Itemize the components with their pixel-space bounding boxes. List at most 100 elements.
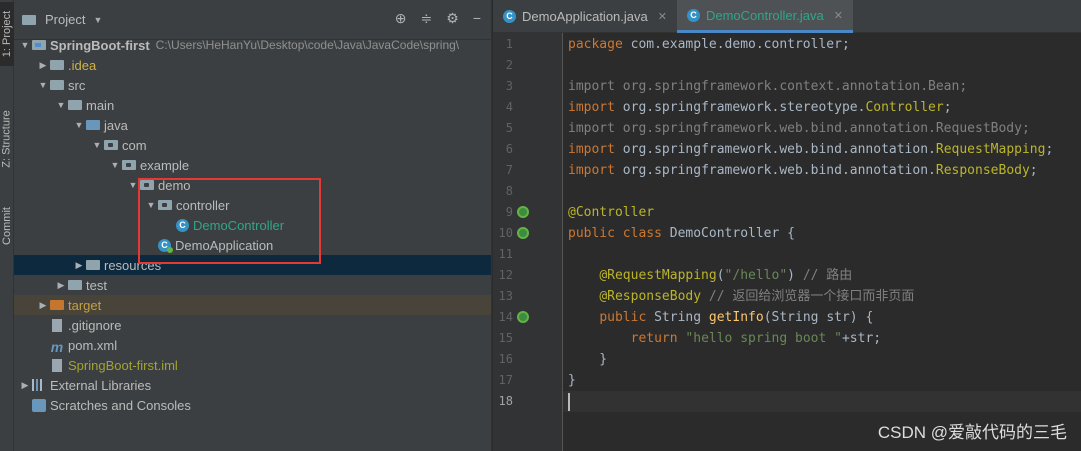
tree-item[interactable]: ▼ com <box>14 135 491 155</box>
code-token: org.springframework.web.bind.annotation. <box>622 163 936 178</box>
package-icon <box>122 160 136 170</box>
code-token: ; <box>1045 142 1054 157</box>
chevron-right-icon[interactable]: ▶ <box>36 300 50 311</box>
line-number: 3 <box>505 79 513 93</box>
editor-tab[interactable]: C DemoController.java ✕ <box>676 0 853 33</box>
tree-item[interactable]: ▶mpom.xml <box>14 335 491 356</box>
code-token: RequestMapping <box>935 142 1046 157</box>
spring-bean-gutter-icon[interactable] <box>517 311 529 323</box>
code-line: public String getInfo(String str) { <box>568 307 873 328</box>
chevron-down-icon[interactable]: ▼ <box>72 120 86 130</box>
line-number: 11 <box>498 247 513 261</box>
line-number: 4 <box>505 100 513 114</box>
code-token: +str; <box>841 331 882 346</box>
chevron-right-icon[interactable]: ▶ <box>36 60 50 71</box>
line-number: 5 <box>505 121 513 135</box>
tree-item[interactable]: ▶ test <box>14 275 491 295</box>
tree-item-label: example <box>140 157 190 173</box>
code-token: com.example.demo.controller; <box>630 37 850 52</box>
file-icon <box>52 358 62 372</box>
line-number: 1 <box>505 37 513 51</box>
tree-item-label: com <box>122 137 147 153</box>
library-icon <box>32 379 46 391</box>
tree-item[interactable]: ▼ example <box>14 155 491 175</box>
code-token: import <box>568 163 623 178</box>
code-line: @ResponseBody // 返回给浏览器一个接口而非页面 <box>568 286 914 307</box>
chevron-down-icon[interactable]: ▼ <box>93 15 102 25</box>
gear-icon[interactable]: ⚙ <box>446 10 459 27</box>
text-caret <box>568 393 570 411</box>
code-token: return <box>630 331 686 346</box>
code-token: ; <box>943 100 952 115</box>
chevron-down-icon[interactable]: ▼ <box>54 100 68 110</box>
chevron-down-icon[interactable]: ▼ <box>90 140 104 150</box>
tree-item[interactable]: ▶SpringBoot-first.iml <box>14 355 491 375</box>
tree-item[interactable]: ▶Scratches and Consoles <box>14 395 491 415</box>
project-panel-title[interactable]: Project <box>45 12 85 27</box>
line-number: 15 <box>498 331 513 345</box>
code-token: (String str) { <box>763 310 874 325</box>
tree-item-label: main <box>86 97 115 113</box>
tree-item[interactable]: ▶ target <box>14 295 491 315</box>
commit-tool-tab[interactable]: Commit <box>0 196 14 256</box>
code-token: DemoController { <box>669 226 795 241</box>
code-editor[interactable]: package com.example.demo.controller; impo… <box>563 33 1081 451</box>
java-class-icon: C <box>503 10 516 23</box>
code-token: ) <box>787 268 803 283</box>
close-icon[interactable]: ✕ <box>834 9 843 22</box>
line-number: 12 <box>498 268 513 282</box>
chevron-right-icon[interactable]: ▶ <box>72 260 86 271</box>
line-number: 2 <box>505 58 513 72</box>
spring-bean-gutter-icon[interactable] <box>517 227 529 239</box>
collapse-all-icon[interactable]: ≑ <box>421 10 433 27</box>
chevron-down-icon[interactable]: ▼ <box>18 40 32 50</box>
chevron-right-icon[interactable]: ▶ <box>54 280 68 291</box>
spring-bean-gutter-icon[interactable] <box>517 206 529 218</box>
chevron-down-icon[interactable]: ▼ <box>36 80 50 90</box>
chevron-down-icon[interactable]: ▼ <box>108 160 122 170</box>
excluded-folder-icon <box>50 300 64 310</box>
code-line: } <box>568 370 576 391</box>
tree-item[interactable]: ▶ .idea <box>14 55 491 75</box>
code-token: org.springframework.web.bind.annotation. <box>622 142 936 157</box>
chevron-right-icon[interactable]: ▶ <box>18 380 32 391</box>
code-token: getInfo <box>708 310 764 325</box>
line-number: 14 <box>498 310 513 324</box>
editor-tabs: C DemoApplication.java ✕ C DemoController.ja… <box>493 0 1081 33</box>
project-tool-tab[interactable]: 1: Project <box>0 2 14 66</box>
folder-icon <box>50 80 64 90</box>
editor-tab-label: DemoApplication.java <box>522 9 648 24</box>
package-icon <box>104 140 118 150</box>
tree-item[interactable]: ▼ java <box>14 115 491 135</box>
code-token: package <box>568 37 631 52</box>
line-number: 18 <box>498 394 513 408</box>
tree-item[interactable]: ▼ src <box>14 75 491 95</box>
tree-item-label: SpringBoot-first <box>50 37 150 53</box>
tree-item-label: pom.xml <box>68 337 118 353</box>
java-class-icon: C <box>686 8 700 22</box>
line-number: 7 <box>505 163 513 177</box>
tree-item[interactable]: ▼ SpringBoot-first C:\Users\HeHanYu\Deskto… <box>14 35 491 55</box>
code-token: "/hello" <box>724 268 788 283</box>
project-icon <box>22 14 36 25</box>
project-path: C:\Users\HeHanYu\Desktop\code\Java\JavaC… <box>155 38 460 52</box>
code-line: package com.example.demo.controller; <box>568 34 850 55</box>
editor-tab[interactable]: C DemoApplication.java ✕ <box>493 0 677 33</box>
code-token: import org.springframework.web.bind.anno… <box>568 121 1030 136</box>
tree-item-label: External Libraries <box>50 377 152 393</box>
folder-icon <box>68 280 82 290</box>
close-icon[interactable]: ✕ <box>658 10 667 23</box>
tree-item[interactable]: ▼ main <box>14 95 491 115</box>
locate-target-icon[interactable]: ⊕ <box>395 10 407 27</box>
hide-icon[interactable]: − <box>473 10 481 27</box>
tree-item[interactable]: ▶.gitignore <box>14 315 491 335</box>
tree-item-label: .idea <box>68 57 97 73</box>
code-token: ResponseBody <box>935 163 1030 178</box>
code-line: import org.springframework.stereotype.Co… <box>568 97 952 118</box>
structure-tool-tab[interactable]: Z: Structure <box>0 96 14 182</box>
tree-item[interactable]: ▶ External Libraries <box>14 375 491 395</box>
code-line: @RequestMapping("/hello") // 路由 <box>568 265 852 286</box>
code-line: return "hello spring boot "+str; <box>568 328 881 349</box>
